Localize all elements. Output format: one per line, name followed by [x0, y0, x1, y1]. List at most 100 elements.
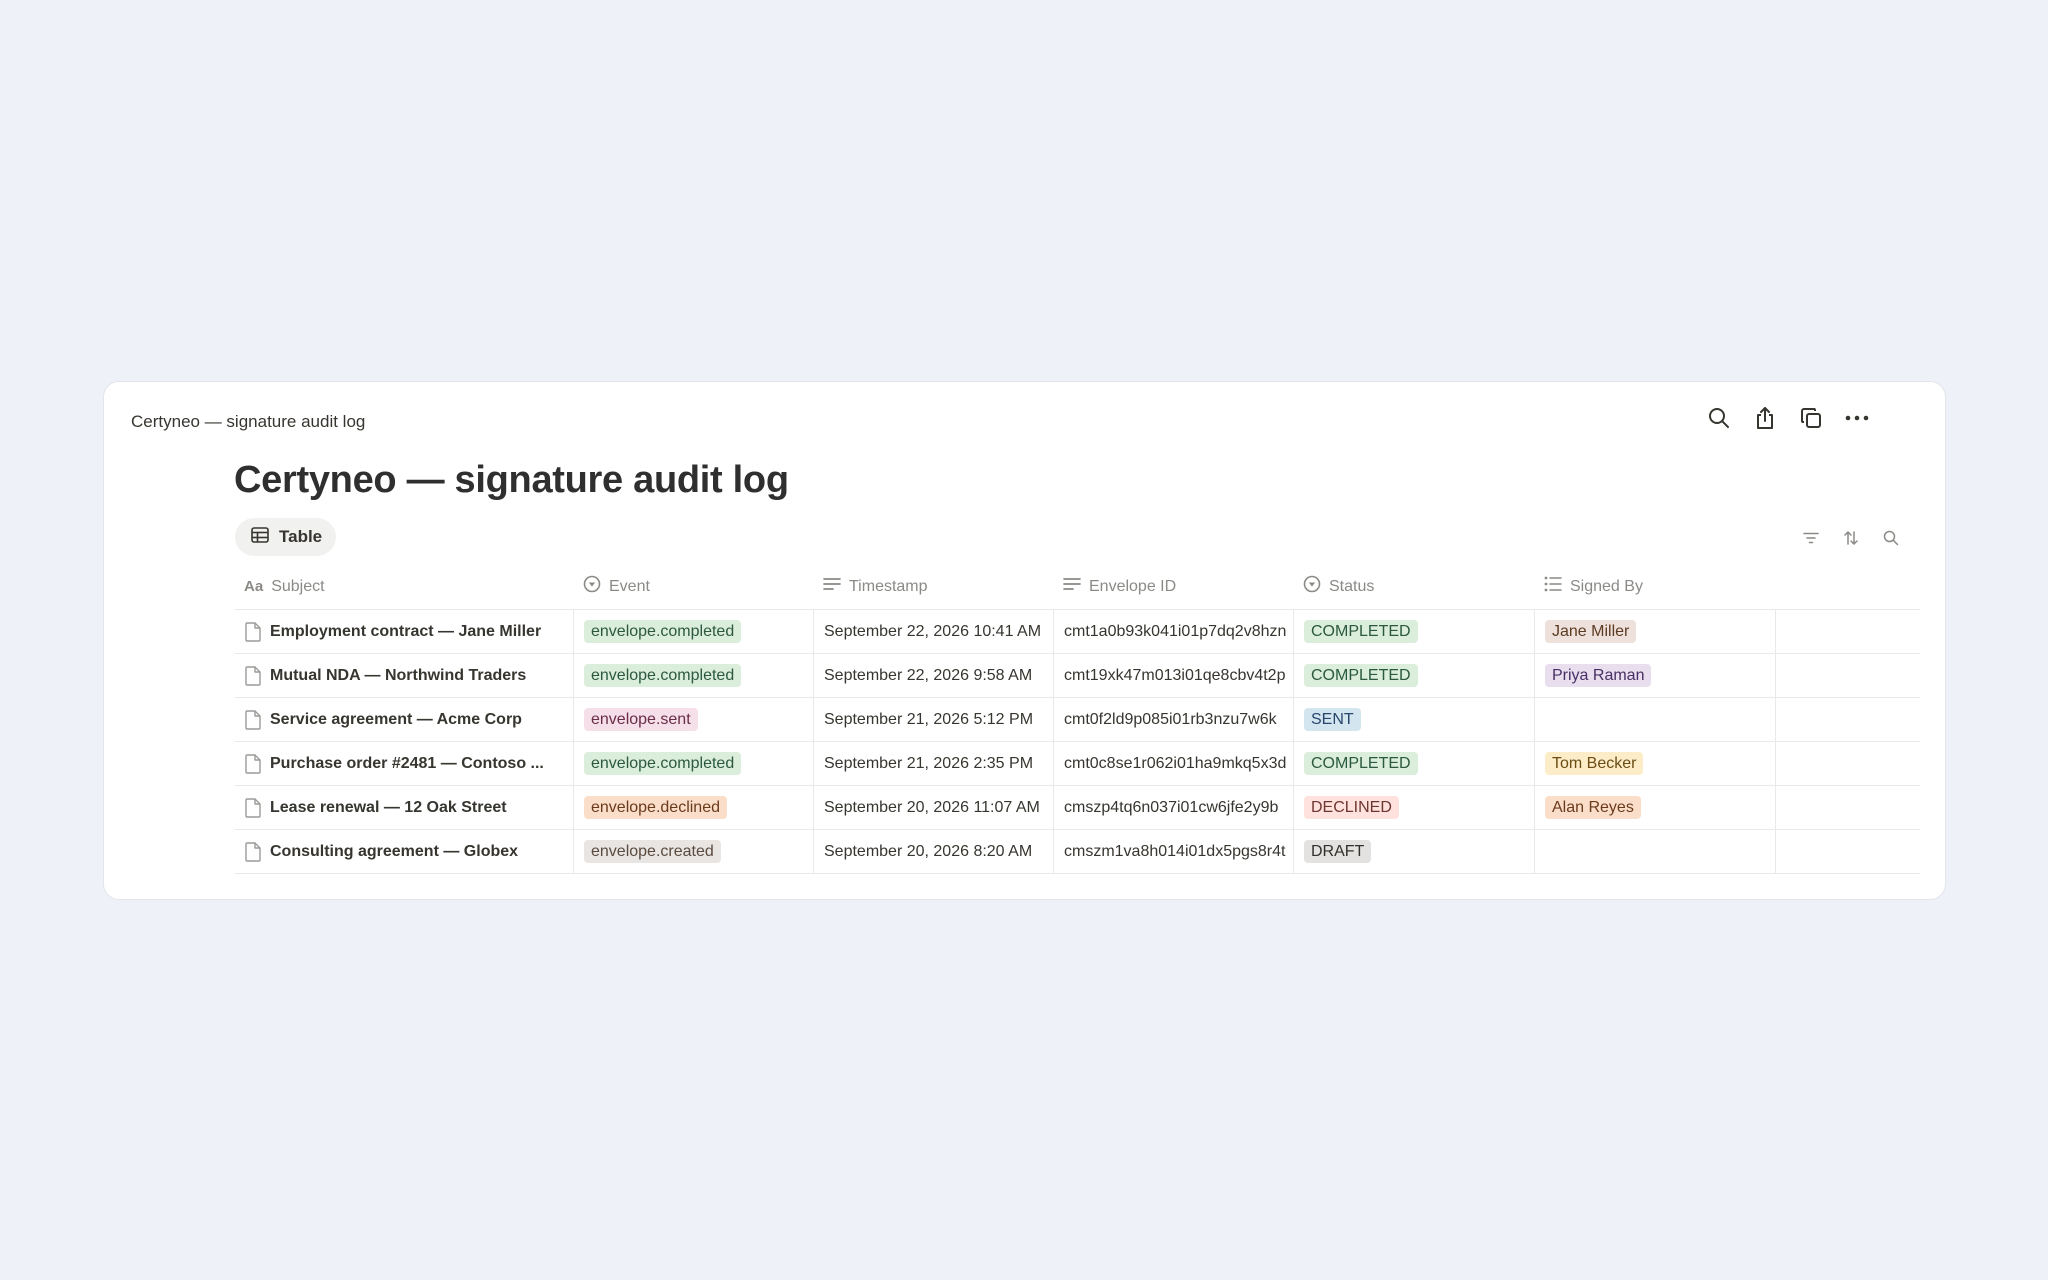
cell-timestamp[interactable]: September 20, 2026 11:07 AM	[814, 786, 1054, 829]
tab-label: Table	[279, 527, 323, 546]
cell-status[interactable]: COMPLETED	[1294, 610, 1535, 653]
column-header-subject[interactable]: Aa Subject	[235, 564, 574, 609]
table-header: Aa Subject Event Timestamp Envelope ID S…	[235, 564, 1920, 610]
table-row[interactable]: Employment contract — Jane Miller envelop…	[235, 610, 1920, 654]
event-tag: envelope.created	[584, 840, 721, 863]
audit-log-table: Aa Subject Event Timestamp Envelope ID S…	[235, 564, 1920, 874]
page-title[interactable]: Certyneo — signature audit log	[234, 459, 789, 502]
column-label: Status	[1329, 577, 1375, 595]
duplicate-icon[interactable]	[1799, 406, 1823, 430]
table-search-icon[interactable]	[1879, 526, 1903, 550]
table-body: Employment contract — Jane Miller envelop…	[235, 610, 1920, 874]
cell-signed-by[interactable]: Priya Raman	[1535, 654, 1776, 697]
multi-select-icon	[1544, 576, 1562, 597]
event-tag: envelope.completed	[584, 620, 742, 643]
cell-timestamp[interactable]: September 21, 2026 5:12 PM	[814, 698, 1054, 741]
column-label: Timestamp	[849, 577, 928, 595]
event-tag: envelope.sent	[584, 708, 698, 731]
cell-event[interactable]: envelope.completed	[574, 610, 814, 653]
cell-subject[interactable]: Consulting agreement — Globex	[235, 830, 574, 873]
timestamp-text: September 20, 2026 8:20 AM	[824, 842, 1033, 860]
more-icon[interactable]	[1845, 406, 1869, 430]
search-icon[interactable]	[1707, 406, 1731, 430]
table-row[interactable]: Consulting agreement — Globex envelope.cr…	[235, 830, 1920, 874]
cell-empty	[1776, 830, 1920, 873]
cell-signed-by[interactable]	[1535, 830, 1776, 873]
tab-table-view[interactable]: Table	[235, 518, 337, 556]
envelope-id-text: cmt0c8se1r062i01ha9mkq5x3d	[1064, 754, 1287, 772]
table-row[interactable]: Mutual NDA — Northwind Traders envelope.c…	[235, 654, 1920, 698]
cell-subject[interactable]: Service agreement — Acme Corp	[235, 698, 574, 741]
timestamp-text: September 22, 2026 9:58 AM	[824, 666, 1033, 684]
breadcrumb[interactable]: Certyneo — signature audit log	[131, 412, 365, 432]
event-tag: envelope.completed	[584, 664, 742, 687]
cell-subject[interactable]: Mutual NDA — Northwind Traders	[235, 654, 574, 697]
column-header-envelope-id[interactable]: Envelope ID	[1054, 564, 1294, 609]
cell-event[interactable]: envelope.created	[574, 830, 814, 873]
text-lines-icon	[823, 577, 841, 596]
share-icon[interactable]	[1753, 406, 1777, 430]
column-header-event[interactable]: Event	[574, 564, 814, 609]
toolbar-actions	[1707, 406, 1869, 430]
cell-status[interactable]: SENT	[1294, 698, 1535, 741]
event-tag: envelope.completed	[584, 752, 742, 775]
cell-timestamp[interactable]: September 22, 2026 9:58 AM	[814, 654, 1054, 697]
timestamp-text: September 20, 2026 11:07 AM	[824, 798, 1040, 816]
filter-icon[interactable]	[1799, 526, 1823, 550]
cell-timestamp[interactable]: September 21, 2026 2:35 PM	[814, 742, 1054, 785]
page-icon	[245, 621, 261, 642]
cell-envelope-id[interactable]: cmt0f2ld9p085i01rb3nzu7w6k	[1054, 698, 1294, 741]
event-tag: envelope.declined	[584, 796, 727, 819]
timestamp-text: September 21, 2026 2:35 PM	[824, 754, 1034, 772]
cell-event[interactable]: envelope.declined	[574, 786, 814, 829]
cell-envelope-id[interactable]: cmszp4tq6n037i01cw6jfe2y9b	[1054, 786, 1294, 829]
cell-envelope-id[interactable]: cmt1a0b93k041i01p7dq2v8hzn	[1054, 610, 1294, 653]
envelope-id-text: cmszp4tq6n037i01cw6jfe2y9b	[1064, 798, 1279, 816]
cell-subject[interactable]: Employment contract — Jane Miller	[235, 610, 574, 653]
signer-tag: Alan Reyes	[1545, 796, 1641, 819]
cell-envelope-id[interactable]: cmszm1va8h014i01dx5pgs8r4t	[1054, 830, 1294, 873]
cell-event[interactable]: envelope.completed	[574, 654, 814, 697]
column-label: Envelope ID	[1089, 577, 1177, 595]
cell-envelope-id[interactable]: cmt0c8se1r062i01ha9mkq5x3d	[1054, 742, 1294, 785]
signer-tag: Priya Raman	[1545, 664, 1652, 687]
table-row[interactable]: Purchase order #2481 — Contoso ... envelo…	[235, 742, 1920, 786]
cell-subject[interactable]: Lease renewal — 12 Oak Street	[235, 786, 574, 829]
cell-status[interactable]: COMPLETED	[1294, 654, 1535, 697]
cell-empty	[1776, 610, 1920, 653]
column-header-signed-by[interactable]: Signed By	[1535, 564, 1776, 609]
page-icon	[245, 797, 261, 818]
cell-timestamp[interactable]: September 20, 2026 8:20 AM	[814, 830, 1054, 873]
text-lines-icon	[1063, 577, 1081, 596]
table-icon	[251, 526, 269, 548]
cell-signed-by[interactable]: Tom Becker	[1535, 742, 1776, 785]
timestamp-text: September 21, 2026 5:12 PM	[824, 710, 1034, 728]
table-row[interactable]: Lease renewal — 12 Oak Street envelope.de…	[235, 786, 1920, 830]
cell-subject[interactable]: Purchase order #2481 — Contoso ...	[235, 742, 574, 785]
cell-timestamp[interactable]: September 22, 2026 10:41 AM	[814, 610, 1054, 653]
cell-status[interactable]: DECLINED	[1294, 786, 1535, 829]
page-icon	[245, 753, 261, 774]
cell-envelope-id[interactable]: cmt19xk47m013i01qe8cbv4t2p	[1054, 654, 1294, 697]
text-type-icon: Aa	[244, 578, 264, 595]
cell-signed-by[interactable]: Jane Miller	[1535, 610, 1776, 653]
cell-signed-by[interactable]	[1535, 698, 1776, 741]
select-icon	[1303, 575, 1321, 598]
cell-status[interactable]: COMPLETED	[1294, 742, 1535, 785]
cell-status[interactable]: DRAFT	[1294, 830, 1535, 873]
table-row[interactable]: Service agreement — Acme Corp envelope.se…	[235, 698, 1920, 742]
column-header-status[interactable]: Status	[1294, 564, 1535, 609]
subject-text: Purchase order #2481 — Contoso ...	[270, 754, 544, 772]
database-card: Certyneo — signature audit log Certyneo …	[103, 381, 1946, 900]
status-badge: DECLINED	[1304, 796, 1399, 819]
cell-signed-by[interactable]: Alan Reyes	[1535, 786, 1776, 829]
subject-text: Service agreement — Acme Corp	[270, 710, 522, 728]
page-icon	[245, 709, 261, 730]
column-header-timestamp[interactable]: Timestamp	[814, 564, 1054, 609]
sort-icon[interactable]	[1839, 526, 1863, 550]
select-icon	[583, 575, 601, 598]
cell-event[interactable]: envelope.completed	[574, 742, 814, 785]
status-badge: SENT	[1304, 708, 1361, 731]
column-header-add	[1776, 564, 1920, 609]
cell-event[interactable]: envelope.sent	[574, 698, 814, 741]
